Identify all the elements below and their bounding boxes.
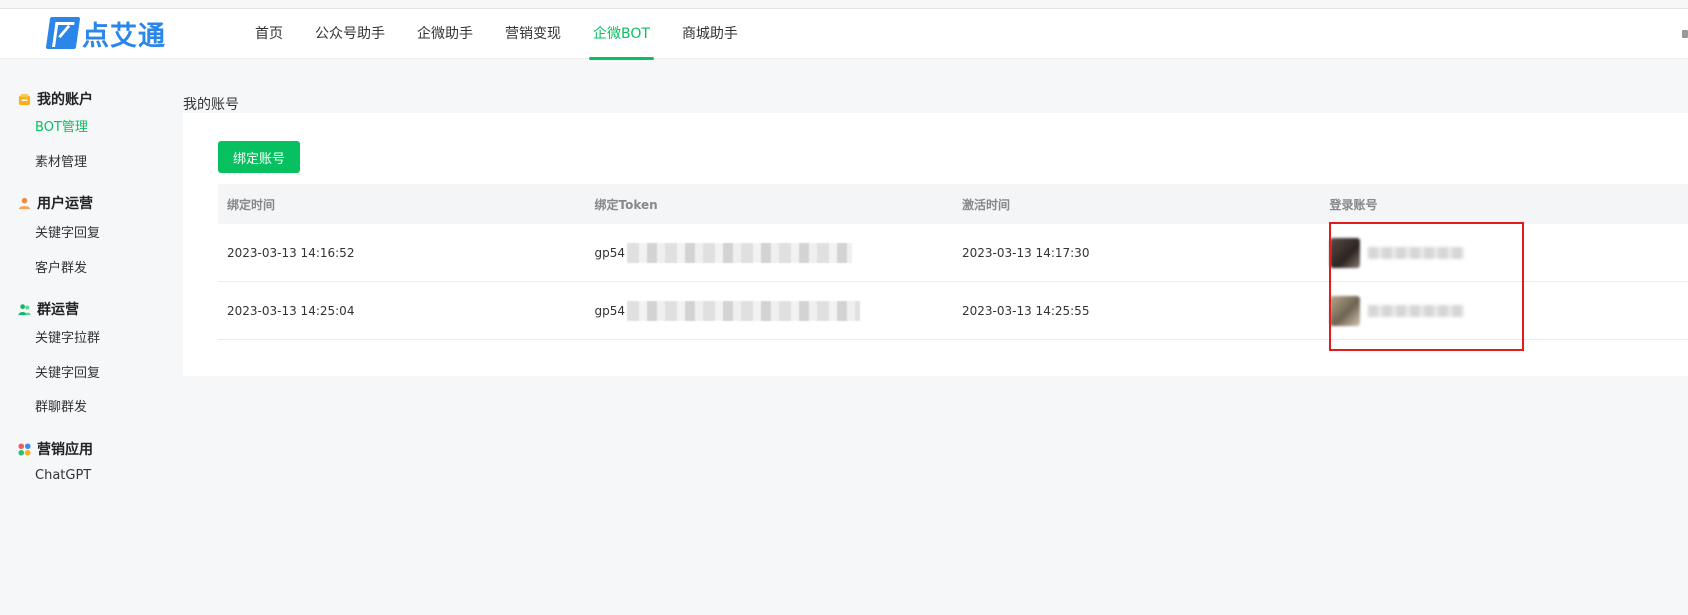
cell-bind-time: 2023-03-13 14:25:04 [227, 303, 355, 318]
header-login-account: 登录账号 [1329, 197, 1378, 212]
cell-bind-time: 2023-03-13 14:16:52 [227, 245, 355, 260]
sidebar-group-my-account: 我的账户 [18, 89, 93, 109]
token-redacted [627, 300, 861, 321]
token-redacted [627, 242, 853, 263]
sidebar-item-bot-manage[interactable]: BOT管理 [35, 116, 88, 135]
sidebar-item-group-keyword-reply[interactable]: 关键字回复 [35, 362, 100, 381]
sidebar-group-title: 用户运营 [37, 196, 93, 212]
apps-icon [18, 442, 31, 456]
sidebar-group-title: 我的账户 [37, 92, 93, 108]
sidebar-group-marketing-apps: 营销应用 [18, 439, 93, 459]
bind-account-button[interactable]: 绑定账号 [218, 141, 300, 173]
nav-item-official-account[interactable]: 公众号助手 [315, 9, 385, 59]
page-title: 我的账号 [183, 97, 239, 113]
overflow-indicator [1682, 30, 1688, 38]
user-icon [18, 197, 31, 209]
sidebar-item-group-broadcast[interactable]: 群聊群发 [35, 396, 87, 415]
annotation-highlight-box [1329, 222, 1524, 351]
token-prefix: gp54 [594, 303, 626, 318]
nav-item-mall-assistant[interactable]: 商城助手 [682, 9, 738, 59]
header-bind-token: 绑定Token [594, 197, 658, 212]
main-nav: 首页 公众号助手 企微助手 营销变现 企微BOT 商城助手 [255, 9, 770, 60]
token-prefix: gp54 [594, 245, 626, 260]
logo-icon [45, 17, 81, 49]
group-icon [18, 303, 31, 315]
nav-item-marketing[interactable]: 营销变现 [505, 9, 561, 59]
brand-name: 点艾通 [82, 20, 166, 52]
sidebar-item-material-manage[interactable]: 素材管理 [35, 151, 87, 170]
top-header: 点艾通 首页 公众号助手 企微助手 营销变现 企微BOT 商城助手 [0, 9, 1688, 60]
sidebar-item-keyword-reply[interactable]: 关键字回复 [35, 222, 100, 241]
table-header: 绑定时间 绑定Token 激活时间 登录账号 [218, 184, 1688, 224]
sidebar-group-title: 营销应用 [37, 442, 93, 458]
sidebar-group-user-ops: 用户运营 [18, 193, 93, 213]
header-activate-time: 激活时间 [962, 197, 1011, 212]
sidebar-group-group-ops: 群运营 [18, 299, 79, 319]
sidebar-group-title: 群运营 [37, 302, 79, 318]
cell-activate-time: 2023-03-13 14:25:55 [962, 303, 1090, 318]
sidebar-item-customer-broadcast[interactable]: 客户群发 [35, 257, 87, 276]
nav-item-wecom-assistant[interactable]: 企微助手 [417, 9, 473, 59]
header-bind-time: 绑定时间 [227, 197, 276, 212]
sidebar: 我的账户 BOT管理 素材管理 用户运营 关键字回复 客户群发 群运营 关键字拉… [0, 60, 180, 615]
sidebar-item-keyword-join-group[interactable]: 关键字拉群 [35, 327, 100, 346]
cell-bind-token: gp54 [586, 242, 954, 263]
nav-item-wecom-bot[interactable]: 企微BOT [589, 9, 654, 60]
nav-item-home[interactable]: 首页 [255, 9, 283, 59]
cell-activate-time: 2023-03-13 14:17:30 [962, 245, 1090, 260]
brand-logo[interactable]: 点艾通 [45, 15, 166, 52]
cell-bind-token: gp54 [586, 300, 954, 321]
sidebar-item-chatgpt[interactable]: ChatGPT [35, 468, 91, 483]
wallet-icon [18, 93, 31, 105]
